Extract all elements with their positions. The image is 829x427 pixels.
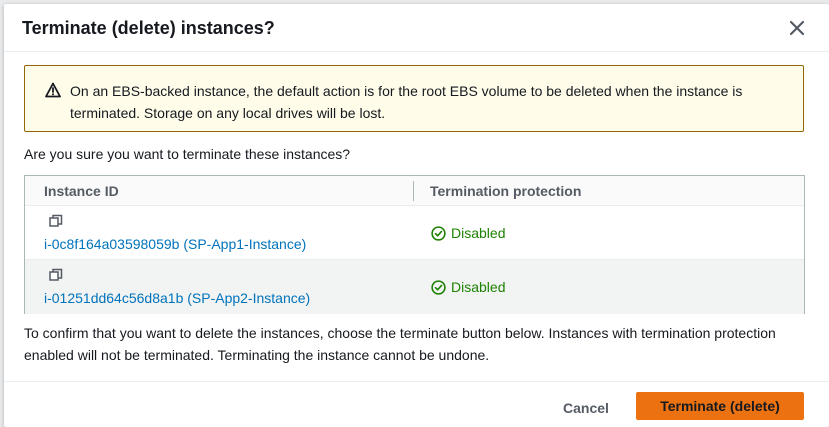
status-label: Disabled: [451, 225, 506, 241]
warning-alert: On an EBS-backed instance, the default a…: [24, 65, 804, 132]
status-success-icon: [431, 279, 446, 295]
column-header-instance-id[interactable]: Instance ID: [44, 183, 119, 199]
terminate-instances-modal: Terminate (delete) instances? On an EBS-…: [4, 4, 829, 427]
table-row: i-0c8f164a03598059b (SP-App1-Instance) D…: [25, 206, 804, 260]
terminate-button[interactable]: Terminate (delete): [636, 392, 804, 420]
confirm-instructions: To confirm that you want to delete the i…: [24, 325, 776, 363]
modal-header: Terminate (delete) instances?: [4, 4, 829, 52]
status-success-icon: [431, 225, 446, 241]
instances-table: Instance ID Termination protection i-0c8…: [24, 175, 805, 314]
status-label: Disabled: [451, 279, 506, 295]
modal-footer: Cancel Terminate (delete): [4, 381, 829, 427]
column-header-termination-protection[interactable]: Termination protection: [430, 183, 581, 199]
instance-link[interactable]: i-0c8f164a03598059b (SP-App1-Instance): [44, 236, 306, 252]
table-header: Instance ID Termination protection: [25, 176, 804, 206]
instance-link[interactable]: i-01251dd64c56d8a1b (SP-App2-Instance): [44, 290, 310, 306]
confirm-question: Are you sure you want to terminate these…: [24, 146, 351, 162]
alert-message: On an EBS-backed instance, the default a…: [70, 83, 743, 121]
close-icon[interactable]: [787, 18, 807, 38]
copy-icon[interactable]: [49, 214, 63, 228]
cancel-button[interactable]: Cancel: [550, 394, 622, 422]
table-row: i-01251dd64c56d8a1b (SP-App2-Instance) D…: [25, 260, 804, 314]
copy-icon[interactable]: [49, 268, 63, 282]
column-divider[interactable]: [413, 181, 414, 201]
warning-icon: [45, 82, 61, 98]
protection-status: Disabled: [431, 225, 505, 241]
protection-status: Disabled: [431, 279, 505, 295]
modal-title: Terminate (delete) instances?: [22, 18, 275, 38]
